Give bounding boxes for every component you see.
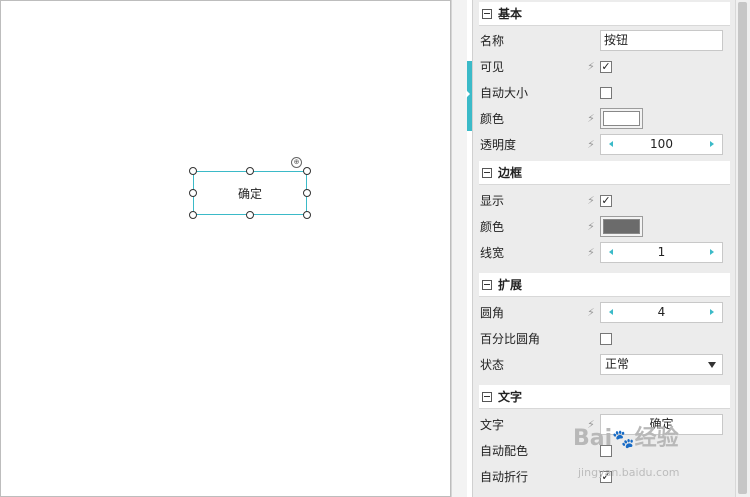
section-basic-title: 基本 [498, 7, 523, 21]
visible-checkbox[interactable]: ✓ [600, 61, 612, 73]
opacity-label: 透明度 [480, 138, 517, 152]
section-extend-header[interactable]: 扩展 [479, 273, 730, 297]
resize-handle-bottom-right[interactable] [303, 211, 311, 219]
border-show-checkbox[interactable]: ✓ [600, 195, 612, 207]
collapse-minus-icon [482, 391, 492, 402]
state-value: 正常 [605, 357, 630, 371]
visible-bolt-icon[interactable]: ⚡ [587, 61, 595, 73]
autocolor-label: 自动配色 [480, 444, 529, 458]
opacity-bolt-icon[interactable]: ⚡ [587, 139, 595, 151]
dropdown-arrow-icon [708, 362, 716, 368]
state-select[interactable]: 正常 [600, 354, 723, 375]
resize-handle-top-left[interactable] [189, 167, 197, 175]
name-label: 名称 [480, 34, 505, 48]
section-extend-title: 扩展 [498, 278, 523, 292]
collapse-minus-icon [482, 279, 492, 290]
visible-label: 可见 [480, 60, 505, 74]
opacity-value: 100 [650, 137, 673, 151]
radius-label: 圆角 [480, 306, 505, 320]
fill-color-preview [603, 111, 640, 126]
resize-handle-top-right[interactable] [303, 167, 311, 175]
section-basic-header[interactable]: 基本 [479, 2, 730, 26]
increment-arrow-icon[interactable] [710, 309, 714, 315]
text-label: 文字 [480, 418, 505, 432]
section-border-title: 边框 [498, 166, 523, 180]
opacity-spinner[interactable]: 100 [600, 134, 723, 155]
collapse-minus-icon [482, 8, 492, 19]
fill-color-label: 颜色 [480, 112, 505, 126]
percent-radius-label: 百分比圆角 [480, 332, 541, 346]
canvas-button-widget[interactable]: 确定 [193, 171, 307, 215]
resize-handle-bottom-left[interactable] [189, 211, 197, 219]
autosize-label: 自动大小 [480, 86, 529, 100]
wrap-label: 自动折行 [480, 470, 529, 484]
panel-splitter[interactable] [451, 0, 467, 497]
border-width-spinner[interactable]: 1 [600, 242, 723, 263]
canvas-button-label: 确定 [237, 186, 262, 201]
panel-scroll-thumb[interactable] [738, 2, 747, 494]
resize-handle-right[interactable] [303, 189, 311, 197]
border-color-bolt-icon[interactable]: ⚡ [587, 221, 595, 233]
watermark-brand2: 经验 [634, 426, 679, 451]
fill-color-swatch[interactable] [600, 108, 643, 129]
collapse-arrow-icon [466, 90, 470, 98]
resize-handle-left[interactable] [189, 189, 197, 197]
border-color-preview [603, 219, 640, 234]
border-color-label: 颜色 [480, 220, 505, 234]
border-width-value: 1 [657, 245, 666, 259]
autosize-checkbox[interactable] [600, 87, 612, 99]
section-text-title: 文字 [498, 390, 523, 404]
resize-handle-bottom[interactable] [246, 211, 254, 219]
section-border-header[interactable]: 边框 [479, 161, 730, 185]
increment-arrow-icon[interactable] [710, 249, 714, 255]
radius-spinner[interactable]: 4 [600, 302, 723, 323]
collapse-minus-icon [482, 167, 492, 178]
state-label: 状态 [480, 358, 505, 372]
border-color-swatch[interactable] [600, 216, 643, 237]
section-text-header[interactable]: 文字 [479, 385, 730, 409]
watermark-brand: Bai [573, 426, 613, 451]
rotate-handle-icon[interactable]: ⊕ [291, 157, 302, 168]
border-width-label: 线宽 [480, 246, 505, 260]
radius-bolt-icon[interactable]: ⚡ [587, 307, 595, 319]
border-width-bolt-icon[interactable]: ⚡ [587, 247, 595, 259]
baidu-watermark: Bai🐾经验 [573, 426, 679, 451]
percent-radius-checkbox[interactable] [600, 333, 612, 345]
watermark-url: jingyan.baidu.com [578, 466, 680, 479]
border-show-label: 显示 [480, 194, 505, 208]
fill-color-bolt-icon[interactable]: ⚡ [587, 113, 595, 125]
design-canvas[interactable] [0, 0, 451, 497]
increment-arrow-icon[interactable] [710, 141, 714, 147]
resize-handle-top[interactable] [246, 167, 254, 175]
radius-value: 4 [657, 305, 666, 319]
name-input[interactable]: 按钮 [600, 30, 723, 51]
border-show-bolt-icon[interactable]: ⚡ [587, 195, 595, 207]
